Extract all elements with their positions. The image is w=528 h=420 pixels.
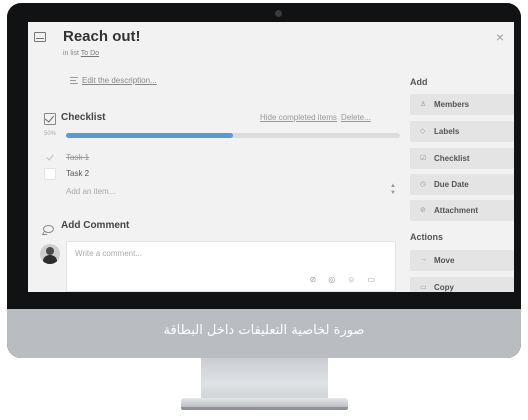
actions-heading: Actions [410, 232, 444, 242]
card-title[interactable]: Reach out! [63, 28, 141, 45]
checklist-item[interactable]: Task 2 [44, 166, 404, 182]
in-list-prefix: in list [63, 50, 79, 57]
checkbox-checked-icon[interactable] [44, 152, 56, 164]
add-heading: Add [410, 77, 428, 87]
checklist-title[interactable]: Checklist [61, 112, 105, 123]
person-icon: ♙ [420, 101, 427, 108]
monitor-chin: صورة لخاصية التعليقات داخل البطاقة [7, 309, 521, 358]
screen: Reach out! in list To Do × Edit the desc… [28, 22, 514, 292]
tag-icon: ◇ [420, 128, 426, 135]
close-icon[interactable]: × [496, 29, 504, 45]
move-button[interactable]: → Move [410, 250, 514, 271]
attachment-icon[interactable]: ⊘ [310, 275, 329, 284]
edit-description-link[interactable]: Edit the description... [82, 76, 157, 85]
checklist-icon [44, 113, 56, 125]
card-icon [34, 32, 46, 42]
scroll-arrows-icon[interactable]: ▲ ▼ [390, 183, 396, 197]
monitor-stand [201, 358, 328, 400]
add-comment-title: Add Comment [61, 220, 130, 231]
copy-icon: ▭ [420, 284, 427, 291]
hide-completed-link[interactable]: Hide completed items [260, 113, 337, 122]
progress-percent: 50% [44, 131, 57, 137]
mention-icon[interactable]: ◎ [328, 275, 347, 284]
description-icon [70, 77, 78, 84]
comment-input[interactable]: Write a comment... ⊘◎☺▭ [66, 241, 396, 292]
attachment-button[interactable]: ⊘ Attachment [410, 200, 514, 221]
comment-placeholder: Write a comment... [75, 249, 142, 258]
checkbox-unchecked-icon[interactable] [44, 168, 56, 180]
labels-button[interactable]: ◇ Labels [410, 121, 514, 142]
add-item-input[interactable]: Add an item... [66, 187, 115, 196]
list-name-link[interactable]: To Do [81, 50, 99, 57]
camera-dot [275, 10, 282, 17]
due-date-button[interactable]: ◷ Due Date [410, 174, 514, 195]
in-list-text: in list To Do [63, 50, 99, 57]
stage: Reach out! in list To Do × Edit the desc… [0, 0, 528, 420]
card-icon[interactable]: ▭ [367, 275, 387, 284]
delete-checklist-link[interactable]: Delete... [341, 113, 371, 122]
comment-toolbar: ⊘◎☺▭ [310, 275, 387, 284]
checklist-button[interactable]: ☑ Checklist [410, 148, 514, 169]
caption: صورة لخاصية التعليقات داخل البطاقة [163, 323, 365, 338]
monitor: Reach out! in list To Do × Edit the desc… [7, 3, 521, 358]
arrow-right-icon: → [420, 256, 427, 263]
avatar[interactable] [40, 244, 60, 264]
checklist-item[interactable]: Task 1 [44, 150, 404, 166]
progress-bar [66, 133, 400, 138]
emoji-icon[interactable]: ☺ [347, 275, 367, 284]
checklist-item-label: Task 1 [66, 153, 90, 162]
members-button[interactable]: ♙ Members [410, 94, 514, 115]
paperclip-icon: ⊘ [420, 207, 426, 214]
clock-icon: ◷ [420, 181, 427, 188]
checklist-item-label: Task 2 [66, 169, 90, 178]
comment-icon [43, 225, 54, 233]
monitor-base-edge [181, 407, 348, 410]
copy-button[interactable]: ▭ Copy [410, 277, 514, 292]
checkbox-icon: ☑ [420, 155, 427, 162]
progress-bar-fill [66, 133, 233, 138]
